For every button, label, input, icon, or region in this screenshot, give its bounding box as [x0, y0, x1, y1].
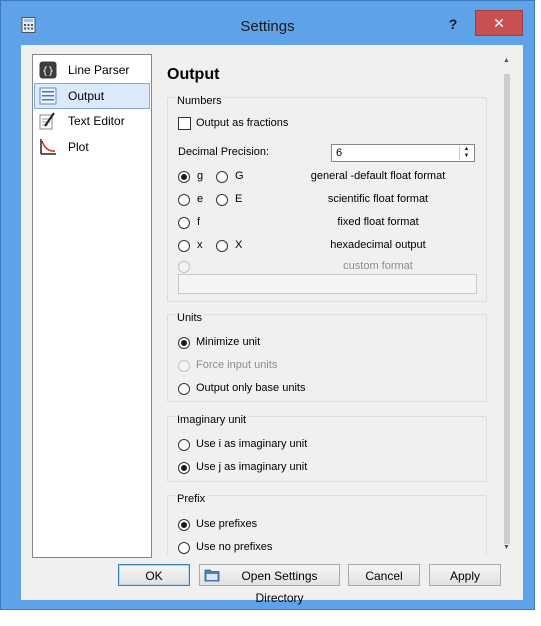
format-f-radio[interactable] — [178, 217, 190, 229]
format-g-radio[interactable] — [178, 171, 190, 183]
radio-label: E — [235, 193, 243, 205]
format-e-radio[interactable] — [178, 194, 190, 206]
dialog-body: {} Line Parser Output Text Editor Plot O… — [21, 45, 523, 605]
graph-icon — [40, 139, 56, 155]
sidebar-item-label: Plot — [68, 140, 89, 154]
group-title: Imaginary unit — [175, 414, 249, 426]
format-X-radio[interactable] — [216, 240, 228, 252]
radio-label: Output only base units — [196, 382, 306, 394]
ok-button[interactable]: OK — [118, 564, 190, 586]
function-brackets-icon: {} — [39, 61, 57, 79]
settings-category-list: {} Line Parser Output Text Editor Plot — [32, 54, 152, 558]
spin-arrows-icon[interactable]: ▲ ▼ — [459, 146, 473, 160]
custom-format-label: custom format — [343, 260, 413, 272]
base-units-radio[interactable] — [178, 383, 190, 395]
sidebar-item-plot[interactable]: Plot — [35, 135, 149, 159]
sidebar-item-label: Line Parser — [68, 63, 130, 77]
radio-label: Use i as imaginary unit — [196, 438, 308, 450]
radio-label: Minimize unit — [196, 336, 261, 348]
format-description: fixed float format — [337, 216, 419, 228]
format-description: hexadecimal output — [330, 239, 426, 251]
radio-label: e — [197, 193, 204, 205]
sidebar-item-output[interactable]: Output — [34, 83, 150, 109]
units-group: Units Minimize unit Force input units Ou… — [167, 312, 487, 402]
format-G-radio[interactable] — [216, 171, 228, 183]
custom-format-field — [178, 274, 477, 294]
radio-label: Use no prefixes — [196, 541, 273, 553]
format-x-radio[interactable] — [178, 240, 190, 252]
radio-label: f — [197, 216, 201, 228]
page-title: Output — [167, 66, 220, 83]
numbers-group: Numbers Output as fractions Decimal Prec… — [167, 95, 487, 302]
group-title: Numbers — [175, 95, 224, 107]
cancel-button[interactable]: Cancel — [348, 564, 420, 586]
settings-window: Settings ? ✕ {} Line Parser Output Text … — [0, 0, 535, 610]
help-button[interactable]: ? — [438, 13, 468, 35]
pencil-paper-icon — [39, 112, 55, 130]
scroll-down-icon[interactable]: ▼ — [503, 544, 510, 551]
title-bar[interactable]: Settings ? ✕ — [1, 1, 534, 41]
radio-label: G — [235, 170, 244, 182]
close-button[interactable]: ✕ — [475, 10, 523, 36]
scroll-up-icon[interactable]: ▲ — [503, 57, 510, 64]
radio-label: Use prefixes — [196, 518, 258, 530]
format-description: general -default float format — [310, 170, 446, 182]
sidebar-item-label: Output — [68, 89, 105, 103]
format-E-radio[interactable] — [216, 194, 228, 206]
open-settings-directory-button[interactable]: Open Settings Directory — [199, 564, 340, 605]
no-prefixes-radio[interactable] — [178, 542, 190, 554]
folder-icon — [204, 569, 220, 582]
format-description: scientific float format — [327, 193, 429, 205]
settings-page-output: Output Numbers Output as fractions Decim… — [163, 54, 495, 554]
force-input-units-radio — [178, 360, 190, 372]
checkbox-label: Output as fractions — [196, 117, 289, 129]
radio-label: g — [197, 170, 204, 182]
svg-text:{}: {} — [42, 66, 54, 77]
radio-label: Use j as imaginary unit — [196, 461, 308, 473]
spinbox-value: 6 — [336, 147, 343, 159]
radio-label: Force input units — [196, 359, 278, 371]
imaginary-j-radio[interactable] — [178, 462, 190, 474]
scroll-thumb[interactable] — [504, 74, 510, 544]
decimal-precision-spinbox[interactable]: 6 ▲ ▼ — [331, 144, 475, 162]
imaginary-unit-group: Imaginary unit Use i as imaginary unit U… — [167, 414, 487, 482]
use-prefixes-radio[interactable] — [178, 519, 190, 531]
apply-button[interactable]: Apply — [429, 564, 501, 586]
output-fractions-checkbox[interactable] — [178, 117, 191, 130]
document-list-icon — [39, 87, 57, 105]
button-label: Open Settings Directory — [241, 569, 318, 605]
group-title: Units — [175, 312, 205, 324]
precision-label: Decimal Precision: — [178, 146, 270, 158]
sidebar-item-text-editor[interactable]: Text Editor — [35, 109, 149, 133]
radio-label: x — [197, 239, 203, 251]
radio-label: X — [235, 239, 243, 251]
sidebar-item-label: Text Editor — [68, 114, 125, 128]
group-title: Prefix — [175, 493, 208, 505]
content-scrollbar[interactable]: ▲ ▼ — [500, 54, 514, 554]
imaginary-i-radio[interactable] — [178, 439, 190, 451]
prefix-group: Prefix Use prefixes Use no prefixes — [167, 493, 487, 554]
sidebar-item-line-parser[interactable]: {} Line Parser — [35, 58, 149, 82]
minimize-unit-radio[interactable] — [178, 337, 190, 349]
custom-format-radio — [178, 261, 190, 273]
